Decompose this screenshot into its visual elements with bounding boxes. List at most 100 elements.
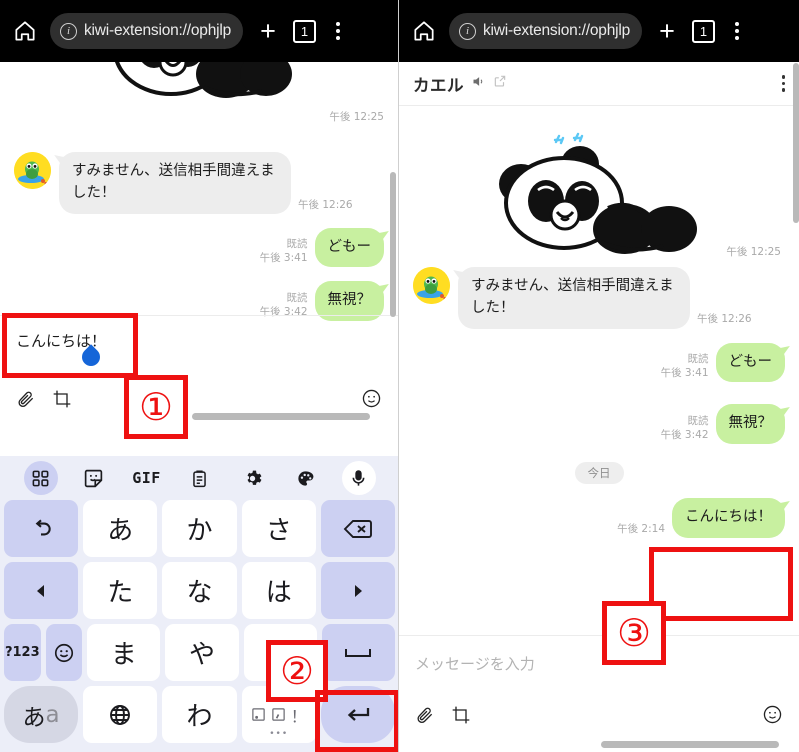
day-divider: 今日 bbox=[413, 462, 785, 484]
vertical-scrollbar[interactable] bbox=[793, 63, 799, 223]
crop-icon[interactable] bbox=[52, 389, 72, 414]
message-bubble[interactable]: どもー bbox=[314, 227, 384, 268]
avatar[interactable] bbox=[413, 267, 450, 304]
message-bubble[interactable]: すみません、送信相手間違えました！ bbox=[59, 152, 291, 214]
gif-icon[interactable]: GIF bbox=[120, 469, 173, 487]
overflow-menu-icon[interactable] bbox=[326, 22, 350, 40]
key-a[interactable]: あ bbox=[83, 500, 158, 557]
gif-label: GIF bbox=[132, 469, 161, 487]
annotation-number-3: ③ bbox=[616, 611, 652, 655]
keyboard-row: あ か さ bbox=[4, 500, 396, 557]
day-divider-label: 今日 bbox=[574, 462, 624, 484]
app-grid-icon[interactable] bbox=[14, 461, 67, 495]
message-timestamp: 午後 12:26 bbox=[298, 198, 353, 211]
new-tab-button[interactable]: + bbox=[652, 17, 682, 45]
message-bubble[interactable]: 無視？ bbox=[715, 404, 785, 444]
panda-sticker-image bbox=[499, 132, 697, 254]
message-bubble[interactable]: すみません、送信相手間違えました！ bbox=[458, 267, 690, 329]
read-receipt: 既読 bbox=[687, 352, 709, 365]
cursor-right-key[interactable] bbox=[320, 562, 396, 619]
microphone-icon[interactable] bbox=[332, 461, 385, 495]
open-external-icon[interactable] bbox=[493, 74, 507, 93]
sticker-timestamp-row: 午後 12:25 bbox=[14, 110, 384, 124]
avatar[interactable] bbox=[14, 152, 51, 190]
message-bubble[interactable]: こんにちは！ bbox=[672, 498, 785, 538]
annotation-marker-3: ③ bbox=[602, 601, 666, 665]
message-timestamp: 午後 12:26 bbox=[697, 313, 752, 326]
paperclip-icon[interactable] bbox=[415, 705, 435, 730]
left-message-list: 午後 12:25 すみません、送信相手間違えました！ 午後 12:26 既読 午… bbox=[0, 62, 398, 322]
right-message-list: 午後 12:25 すみません、送信相手間違えました！ 午後 12:26 既読 午… bbox=[399, 106, 799, 538]
symbols-key[interactable]: ?123 bbox=[4, 624, 41, 681]
globe-language-key[interactable] bbox=[83, 686, 158, 743]
sticker-timestamp: 午後 12:25 bbox=[726, 245, 781, 258]
message-row-outgoing: 既読 午後 3:41 どもー bbox=[14, 227, 384, 268]
key-wa[interactable]: わ bbox=[162, 686, 237, 743]
message-bubble[interactable]: どもー bbox=[715, 342, 785, 383]
emoji-key[interactable] bbox=[45, 624, 83, 681]
message-timestamp: 午後 3:41 bbox=[660, 367, 709, 380]
horizontal-scrollbar[interactable] bbox=[601, 741, 779, 748]
address-bar-text: kiwi-extension://ophjlp bbox=[84, 22, 232, 39]
tab-counter-button[interactable]: 1 bbox=[293, 19, 317, 43]
overflow-menu-icon[interactable] bbox=[781, 75, 785, 92]
message-meta: 既読 午後 3:41 bbox=[661, 352, 709, 382]
read-receipt: 既読 bbox=[286, 238, 308, 251]
annotation-marker-1: ① bbox=[124, 375, 188, 439]
browser-toolbar-left: i kiwi-extension://ophjlp + 1 bbox=[0, 0, 398, 62]
tab-counter-button[interactable]: 1 bbox=[692, 19, 716, 43]
emoji-smiley-icon[interactable] bbox=[762, 704, 783, 730]
undo-key[interactable] bbox=[4, 500, 79, 557]
message-row-outgoing: 既読 午後 3:41 どもー bbox=[413, 342, 785, 383]
message-timestamp: 午後 3:42 bbox=[660, 428, 709, 441]
key-ha[interactable]: は bbox=[241, 562, 316, 619]
key-sa[interactable]: さ bbox=[241, 500, 316, 557]
info-circle-icon[interactable]: i bbox=[459, 22, 476, 40]
message-timestamp: 午後 2:14 bbox=[617, 522, 665, 535]
chat-header: カエル bbox=[399, 62, 799, 106]
annotation-box-3 bbox=[649, 547, 793, 621]
right-composer: メッセージを入力 bbox=[399, 635, 799, 752]
new-tab-button[interactable]: + bbox=[253, 17, 283, 45]
key-ta[interactable]: た bbox=[83, 562, 158, 619]
settings-gear-icon[interactable] bbox=[226, 469, 279, 488]
browser-toolbar-right: i kiwi-extension://ophjlp + 1 bbox=[399, 0, 799, 62]
backspace-key[interactable] bbox=[320, 500, 396, 557]
paperclip-icon[interactable] bbox=[16, 389, 36, 414]
horizontal-scrollbar[interactable] bbox=[192, 413, 370, 420]
mode-switch-key[interactable]: あa bbox=[4, 686, 79, 743]
info-circle-icon[interactable]: i bbox=[60, 22, 77, 40]
key-ma[interactable]: ま bbox=[87, 624, 161, 681]
message-row-incoming: すみません、送信相手間違えました！ 午後 12:26 bbox=[14, 152, 384, 214]
vertical-scrollbar[interactable] bbox=[390, 172, 396, 317]
key-ya[interactable]: や bbox=[165, 624, 239, 681]
sticker-icon[interactable] bbox=[67, 468, 120, 489]
cursor-left-key[interactable] bbox=[4, 562, 79, 619]
speaker-icon[interactable] bbox=[471, 74, 486, 94]
crop-icon[interactable] bbox=[451, 705, 471, 730]
screenshot-root: i kiwi-extension://ophjlp + 1 午後 12:25 す… bbox=[0, 0, 799, 752]
space-key[interactable] bbox=[321, 624, 395, 681]
message-row-outgoing: 既読 午後 3:42 無視？ bbox=[413, 404, 785, 444]
address-bar[interactable]: i kiwi-extension://ophjlp bbox=[449, 13, 643, 49]
panda-sticker[interactable]: 午後 12:25 bbox=[413, 112, 785, 267]
overflow-menu-icon[interactable] bbox=[725, 22, 749, 40]
keyboard-row: ?123 ま や ら bbox=[4, 624, 395, 681]
key-na[interactable]: な bbox=[162, 562, 237, 619]
address-bar[interactable]: i kiwi-extension://ophjlp bbox=[50, 13, 244, 49]
home-icon[interactable] bbox=[10, 16, 40, 46]
message-timestamp: 午後 3:41 bbox=[259, 252, 308, 265]
address-bar-text: kiwi-extension://ophjlp bbox=[483, 22, 631, 39]
left-browser-window: i kiwi-extension://ophjlp + 1 午後 12:25 す… bbox=[0, 0, 399, 752]
chat-title: カエル bbox=[413, 76, 464, 95]
clipboard-icon[interactable] bbox=[173, 469, 226, 488]
message-input-placeholder: メッセージを入力 bbox=[415, 655, 535, 673]
message-meta: 既読 午後 3:41 bbox=[260, 237, 308, 267]
home-icon[interactable] bbox=[409, 16, 439, 46]
annotation-number-2: ② bbox=[279, 649, 315, 693]
message-input[interactable]: メッセージを入力 bbox=[399, 636, 799, 696]
key-ka[interactable]: か bbox=[162, 500, 237, 557]
palette-icon[interactable] bbox=[279, 469, 332, 488]
emoji-smiley-icon[interactable] bbox=[361, 388, 382, 414]
message-row-outgoing-new: 午後 2:14 こんにちは！ bbox=[413, 498, 785, 538]
